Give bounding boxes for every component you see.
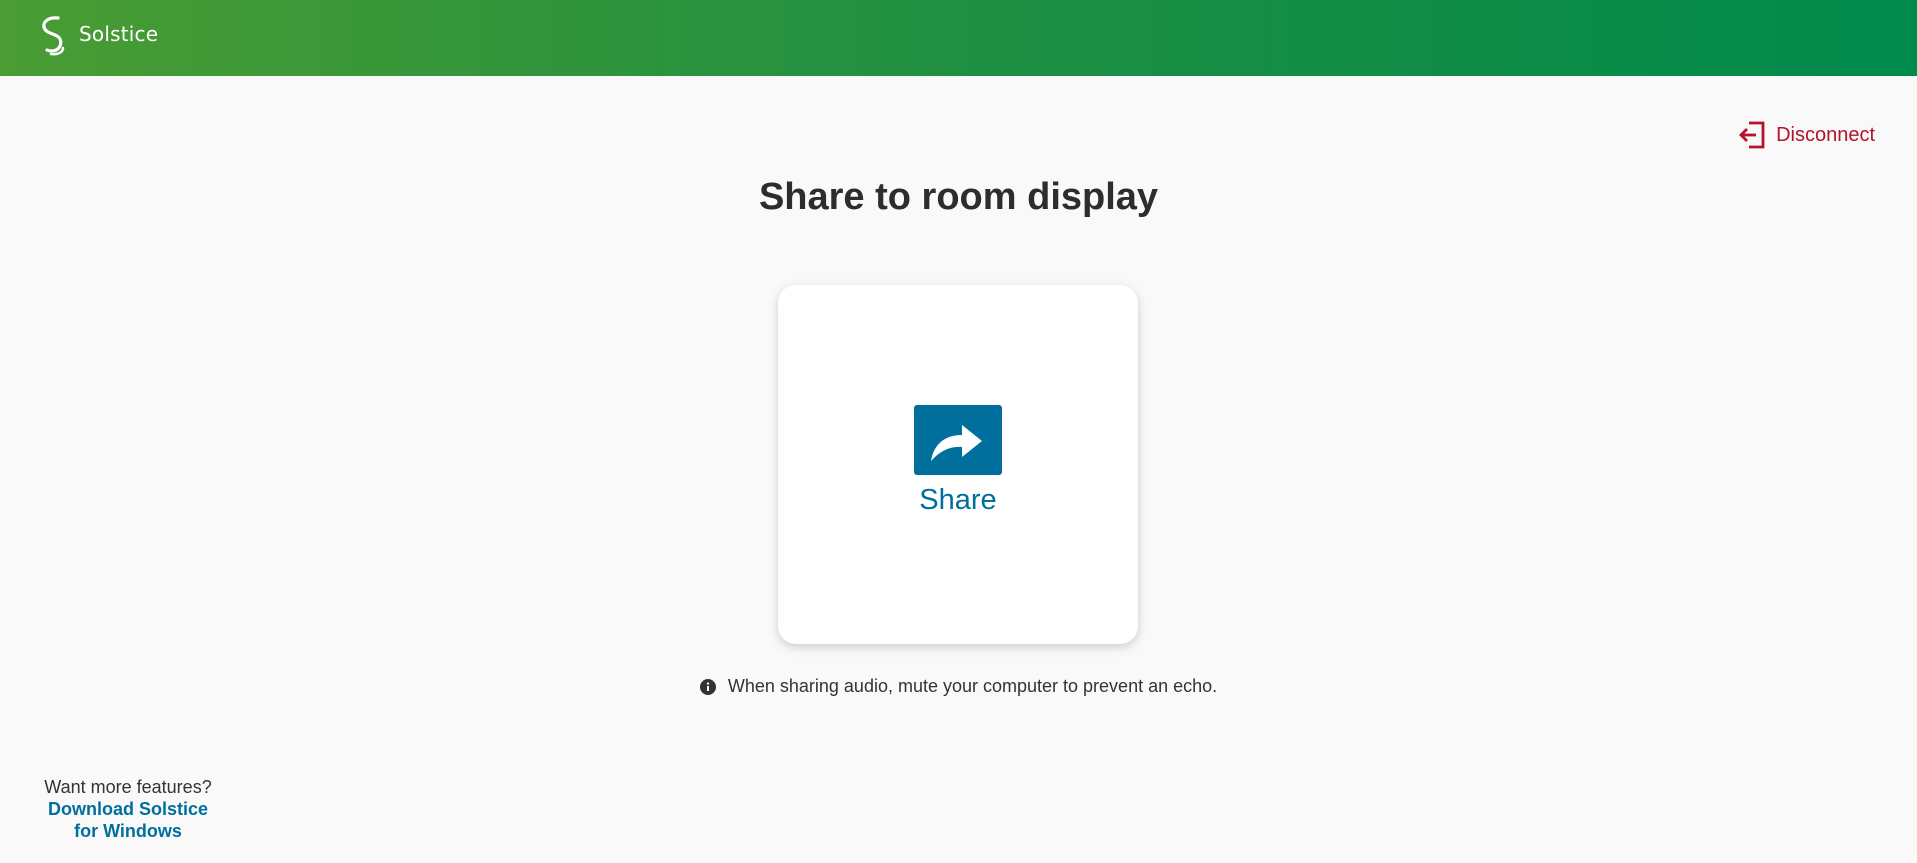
share-label: Share [919,484,997,516]
sign-out-icon [1739,121,1765,149]
share-icon-tile [914,405,1002,475]
download-link-line2[interactable]: for Windows [74,821,182,841]
share-button[interactable]: Share [778,285,1138,644]
download-promo: Want more features? Download Solstice fo… [38,776,218,842]
app-name: Solstice [79,22,159,46]
page-title: Share to room display [758,176,1159,218]
disconnect-button[interactable]: Disconnect [1737,120,1875,150]
disconnect-label: Disconnect [1776,123,1875,146]
info-text: When sharing audio, mute your computer t… [727,676,1218,696]
top-header-bar: Solstice [0,0,1917,76]
solstice-logo-icon [42,16,65,56]
audio-info-message: When sharing audio, mute your computer t… [0,676,1917,697]
download-link-line1[interactable]: Download Solstice [48,799,208,819]
promo-text: Want more features? [44,777,212,797]
share-arrow-icon [931,425,982,461]
info-icon [699,678,716,695]
download-link[interactable]: Download Solstice for Windows [38,798,218,842]
